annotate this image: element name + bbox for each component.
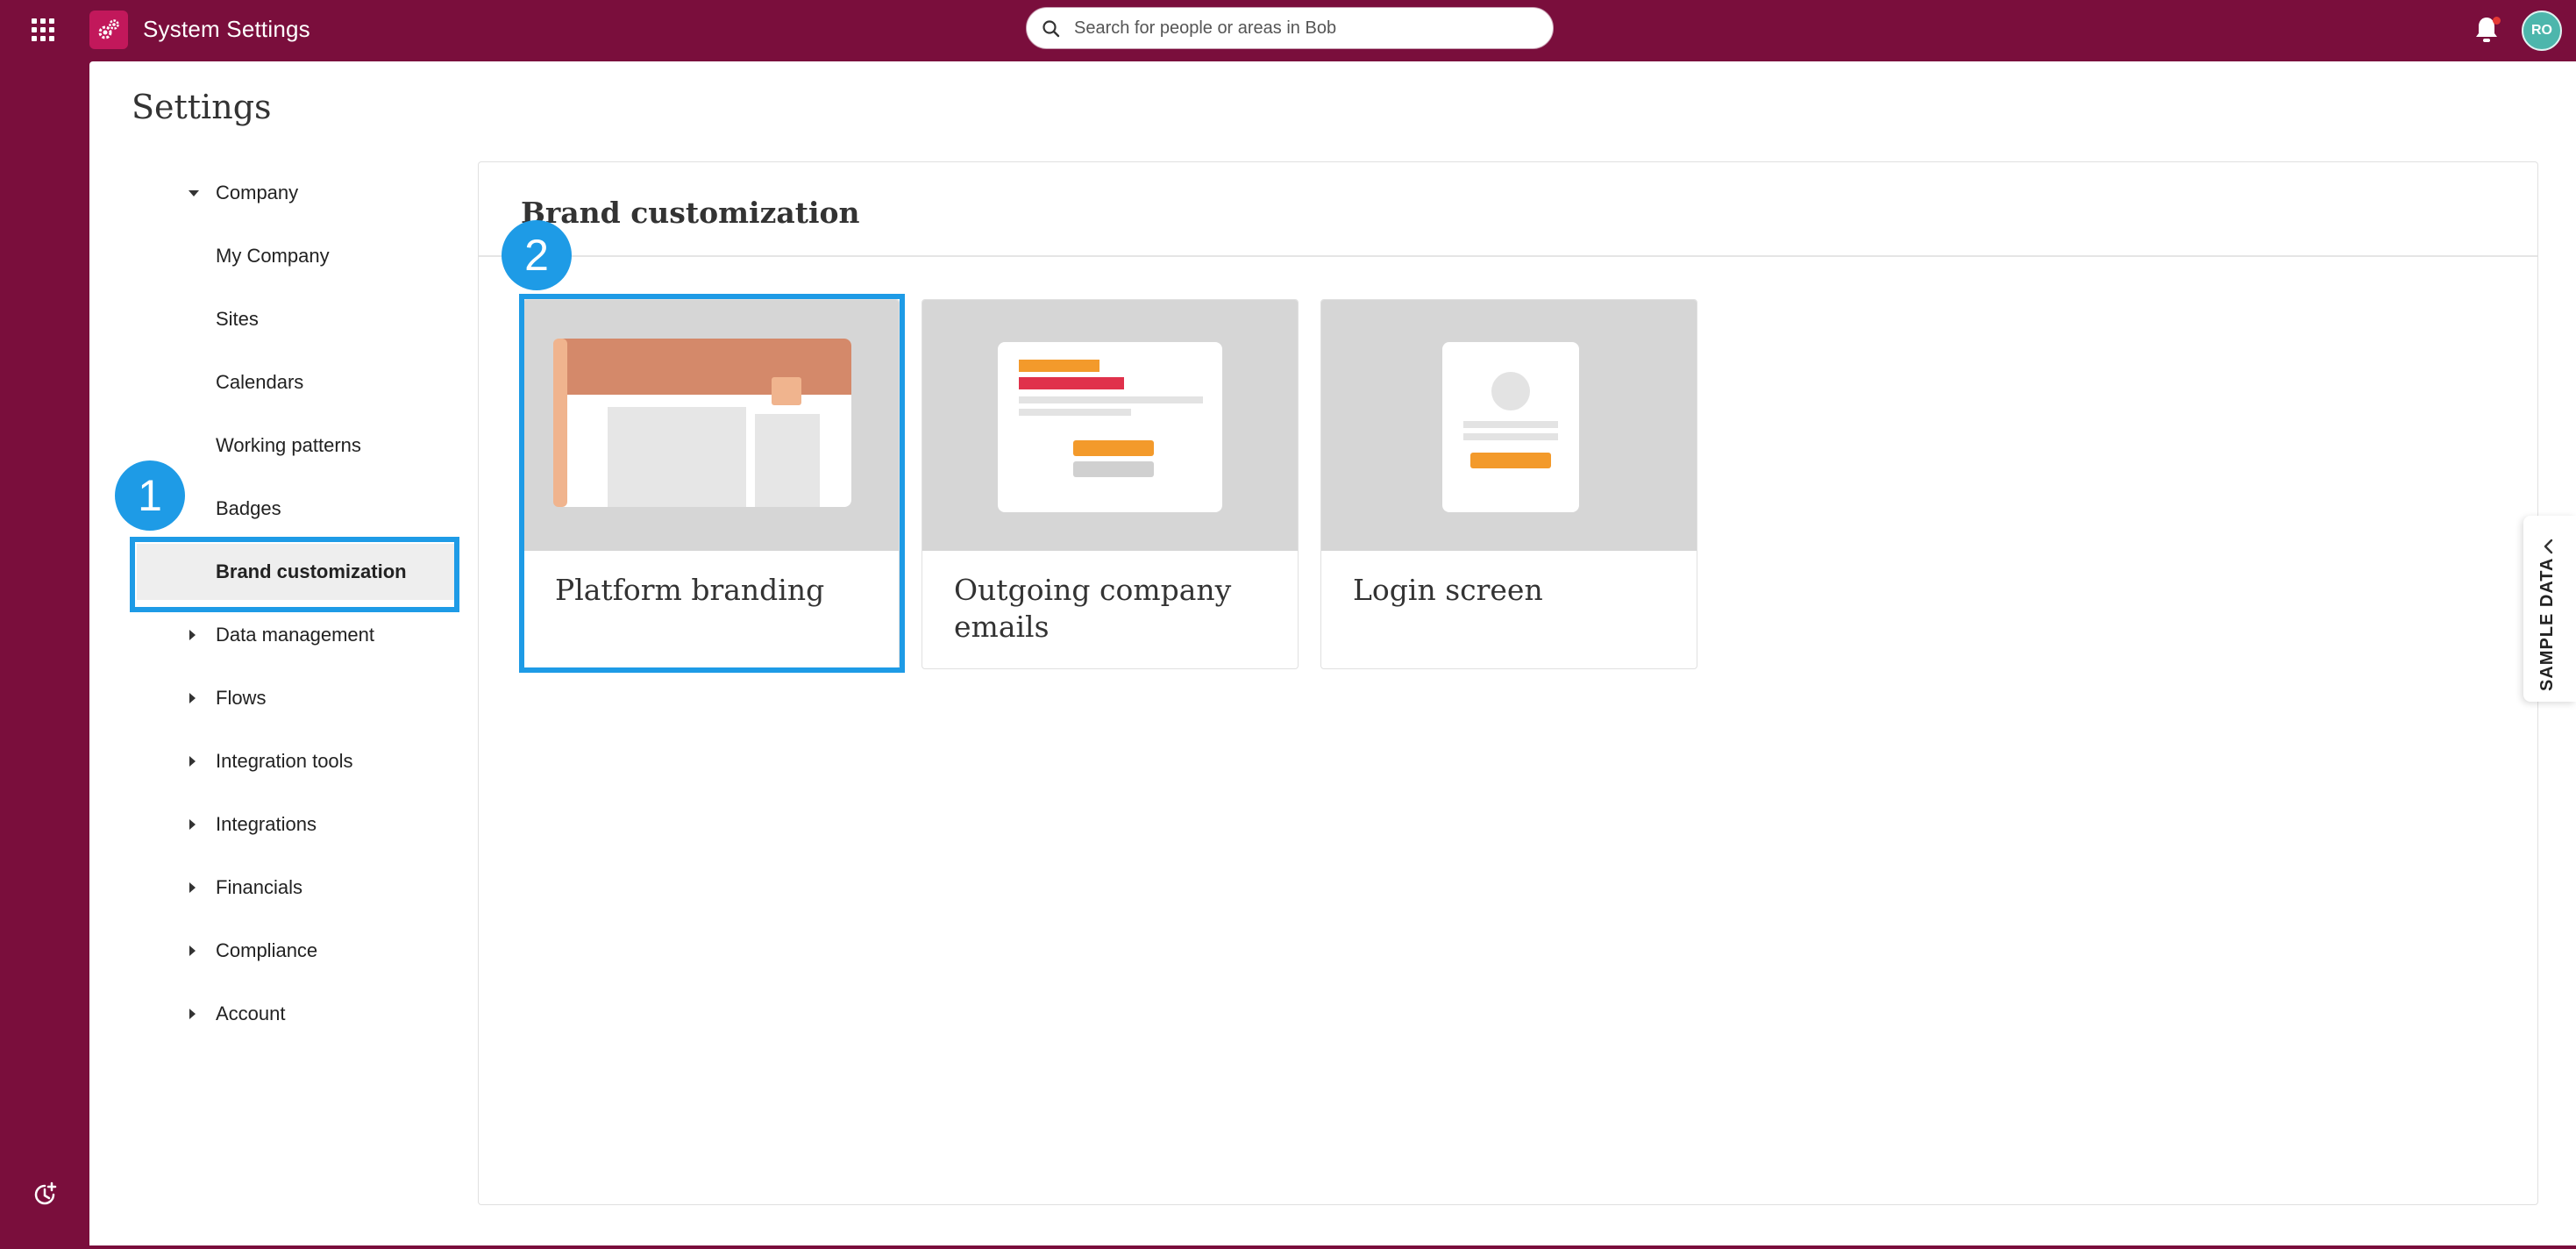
sample-data-drawer-tab[interactable]: SAMPLE DATA [2523, 516, 2576, 702]
user-avatar[interactable]: RO [2522, 11, 2562, 51]
brand-customization-panel: Brand customization Platform branding Ou… [478, 161, 2538, 1205]
sidebar-item-label: Integrations [216, 813, 317, 835]
sample-data-label: SAMPLE DATA [2537, 557, 2557, 691]
sidebar-item-label: Calendars [216, 371, 304, 393]
top-bar: System Settings RO [0, 0, 2576, 61]
sidebar-item-label: Account [216, 1003, 286, 1024]
card-label: Login screen [1353, 573, 1543, 607]
sidebar-item-label: My Company [216, 245, 330, 267]
search-input[interactable] [1074, 17, 1530, 39]
card-label: Outgoing company emails [954, 573, 1232, 644]
section-title: Brand customization [521, 196, 860, 230]
caret-right-icon [189, 756, 196, 767]
email-illustration [922, 300, 1298, 551]
card-platform-branding[interactable]: Platform branding [523, 299, 900, 669]
platform-branding-illustration [523, 300, 899, 551]
page-title: Settings [132, 88, 272, 126]
caret-right-icon [189, 819, 196, 830]
settings-gear-icon[interactable] [89, 11, 128, 49]
whats-new-icon[interactable] [30, 1180, 60, 1210]
caret-right-icon [189, 693, 196, 703]
sidebar-item-brand-customization[interactable]: Brand customization [137, 544, 456, 600]
caret-down-icon [189, 190, 199, 196]
sidebar-item-label: Flows [216, 687, 267, 709]
sidebar-item-label: Badges [216, 497, 281, 519]
caret-right-icon [189, 946, 196, 956]
sidebar-item-label: Financials [216, 876, 303, 898]
apps-grid-icon[interactable] [32, 18, 56, 43]
card-login-screen[interactable]: Login screen [1320, 299, 1697, 669]
card-outgoing-company-emails[interactable]: Outgoing company emails [922, 299, 1299, 669]
main-panel: Settings Company My Company Sites Calend… [89, 61, 2576, 1245]
sidebar-item-label: Working patterns [216, 434, 361, 456]
notification-dot [2493, 17, 2501, 25]
app-title: System Settings [143, 16, 310, 42]
caret-right-icon [189, 630, 196, 640]
search-icon [1042, 20, 1060, 38]
sidebar-item-label: Integration tools [216, 750, 353, 772]
step-2-marker: 2 [502, 220, 572, 290]
sidebar-item-label: Company [216, 182, 299, 203]
chevron-left-icon [2544, 539, 2553, 554]
sidebar-item-label: Sites [216, 308, 259, 330]
card-label: Platform branding [555, 573, 825, 607]
sidebar-item-label: Compliance [216, 939, 318, 961]
caret-right-icon [189, 1009, 196, 1019]
divider [479, 255, 2537, 257]
sidebar-item-label: Brand customization [216, 560, 407, 582]
caret-right-icon [189, 882, 196, 893]
login-illustration [1321, 300, 1697, 551]
step-1-marker: 1 [115, 460, 185, 531]
global-search[interactable] [1026, 7, 1554, 49]
sidebar-item-label: Data management [216, 624, 374, 646]
